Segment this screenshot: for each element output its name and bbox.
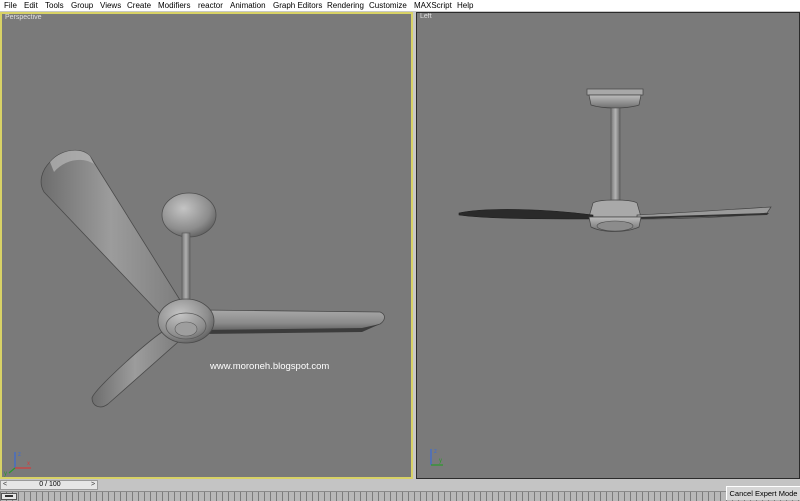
menu-rendering[interactable]: Rendering bbox=[327, 0, 364, 11]
frame-counter: 0 / 100 bbox=[39, 481, 61, 488]
menu-file[interactable]: File bbox=[4, 0, 17, 11]
cancel-expert-mode-button[interactable]: Cancel Expert Mode bbox=[726, 486, 800, 500]
menu-create[interactable]: Create bbox=[127, 0, 151, 11]
ceiling-fan-model-perspective: z x y bbox=[4, 149, 385, 477]
menu-tools[interactable]: Tools bbox=[45, 0, 64, 11]
trackbar-thumb[interactable] bbox=[1, 493, 17, 500]
menu-animation[interactable]: Animation bbox=[230, 0, 266, 11]
menu-graph-editors[interactable]: Graph Editors bbox=[273, 0, 322, 11]
menu-group[interactable]: Group bbox=[71, 0, 93, 11]
axis-y-label: y bbox=[4, 471, 7, 477]
menu-modifiers[interactable]: Modifiers bbox=[158, 0, 190, 11]
next-frame-arrow-icon[interactable]: > bbox=[89, 481, 97, 489]
menu-bar: File Edit Tools Group Views Create Modif… bbox=[0, 0, 800, 11]
time-slider[interactable]: < 0 / 100 > bbox=[0, 480, 98, 490]
left-viewport[interactable]: Left z y bbox=[416, 12, 800, 479]
axis-z-label: z bbox=[18, 452, 21, 458]
axis-y-label: y bbox=[439, 458, 442, 464]
menu-views[interactable]: Views bbox=[100, 0, 121, 11]
axis-z-label: z bbox=[434, 449, 437, 455]
axis-x-label: x bbox=[27, 461, 30, 467]
watermark-text: www.moroneh.blogspot.com bbox=[210, 361, 330, 372]
axis-tripod-icon: z x y bbox=[4, 452, 31, 477]
menu-reactor[interactable]: reactor bbox=[198, 0, 223, 11]
menu-customize[interactable]: Customize bbox=[369, 0, 407, 11]
perspective-viewport[interactable]: Perspective z x y www.moroneh.blogspot.c… bbox=[0, 12, 413, 479]
menu-edit[interactable]: Edit bbox=[24, 0, 38, 11]
ceiling-fan-model-left: z y bbox=[430, 88, 772, 466]
menu-maxscript[interactable]: MAXScript bbox=[414, 0, 452, 11]
axis-tripod-icon: z y bbox=[430, 449, 443, 466]
menu-help[interactable]: Help bbox=[457, 0, 473, 11]
